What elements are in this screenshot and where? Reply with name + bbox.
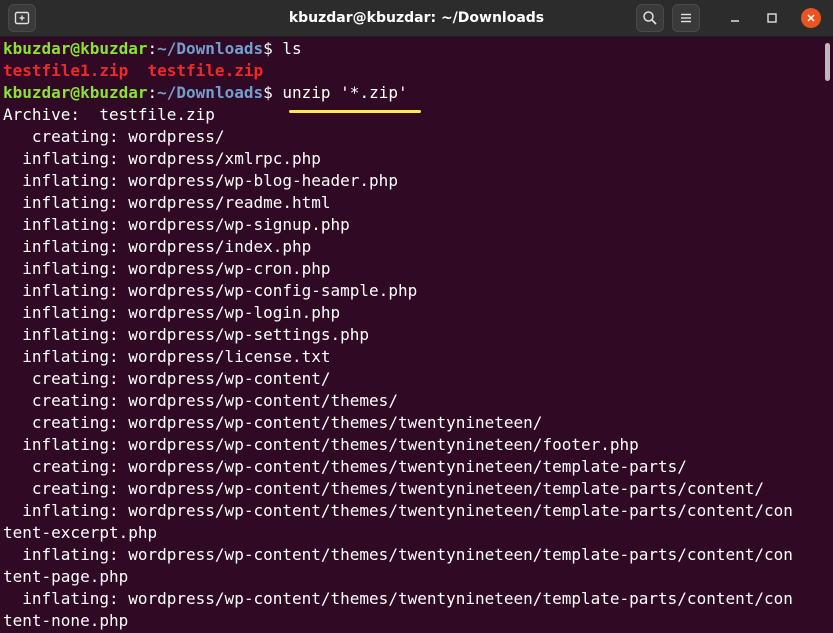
menu-button[interactable] xyxy=(672,4,700,32)
output-line: inflating: wordpress/wp-content/themes/t… xyxy=(3,435,639,454)
output-line: creating: wordpress/wp-content/themes/ xyxy=(3,391,398,410)
output-line: inflating: wordpress/wp-config-sample.ph… xyxy=(3,281,418,300)
prompt-path: ~/Downloads xyxy=(157,39,264,58)
output-line: inflating: wordpress/wp-cron.php xyxy=(3,259,331,278)
prompt-separator: : xyxy=(147,39,158,58)
output-line: inflating: wordpress/wp-content/themes/t… xyxy=(3,501,793,520)
output-line: inflating: wordpress/xmlrpc.php xyxy=(3,149,321,168)
zip-file-name: testfile.zip xyxy=(147,61,264,80)
output-line: creating: wordpress/ xyxy=(3,127,225,146)
search-button[interactable] xyxy=(636,4,664,32)
command-highlight-underline xyxy=(289,110,421,113)
terminal-scrollbar[interactable] xyxy=(822,37,833,633)
prompt-separator: : xyxy=(147,83,158,102)
close-button[interactable] xyxy=(801,8,821,28)
command-text: unzip '*.zip' xyxy=(282,83,408,102)
minimize-icon xyxy=(731,20,739,22)
close-icon xyxy=(807,14,815,22)
prompt-line: kbuzdar@kbuzdar:~/Downloads$ unzip '*.zi… xyxy=(3,82,408,104)
prompt-user-host: kbuzdar@kbuzdar xyxy=(3,39,148,58)
prompt-user-host: kbuzdar@kbuzdar xyxy=(3,83,148,102)
output-line: creating: wordpress/wp-content/themes/tw… xyxy=(3,413,543,432)
output-line: inflating: wordpress/license.txt xyxy=(3,347,331,366)
output-line: tent-excerpt.php xyxy=(3,523,158,542)
ls-output-line: testfile1.zip testfile.zip xyxy=(3,60,263,82)
output-line: creating: wordpress/wp-content/themes/tw… xyxy=(3,479,764,498)
maximize-icon xyxy=(767,13,777,23)
scrollbar-thumb[interactable] xyxy=(825,43,830,81)
command-text: ls xyxy=(282,39,302,58)
title-bar: kbuzdar@kbuzdar: ~/Downloads xyxy=(0,0,833,37)
output-line: inflating: wordpress/wp-blog-header.php xyxy=(3,171,398,190)
output-line: creating: wordpress/wp-content/themes/tw… xyxy=(3,457,687,476)
search-icon xyxy=(643,11,657,25)
output-line: inflating: wordpress/readme.html xyxy=(3,193,331,212)
output-line: tent-none.php xyxy=(3,611,129,630)
output-line: inflating: wordpress/wp-login.php xyxy=(3,303,341,322)
output-line: inflating: wordpress/wp-signup.php xyxy=(3,215,350,234)
minimize-button[interactable] xyxy=(726,9,744,27)
prompt-symbol: $ xyxy=(263,39,283,58)
prompt-symbol: $ xyxy=(263,83,283,102)
window-title: kbuzdar@kbuzdar: ~/Downloads xyxy=(288,10,545,26)
output-line: inflating: wordpress/wp-content/themes/t… xyxy=(3,589,793,608)
prompt-path: ~/Downloads xyxy=(157,83,264,102)
output-line: creating: wordpress/wp-content/ xyxy=(3,369,331,388)
prompt-line: kbuzdar@kbuzdar:~/Downloads$ ls xyxy=(3,38,302,60)
zip-file-name: testfile1.zip xyxy=(3,61,129,80)
output-line: inflating: wordpress/wp-content/themes/t… xyxy=(3,545,793,564)
output-line: tent-page.php xyxy=(3,567,129,586)
output-line: inflating: wordpress/wp-settings.php xyxy=(3,325,370,344)
terminal-output[interactable]: kbuzdar@kbuzdar:~/Downloads$ ls testfile… xyxy=(0,37,822,633)
output-line: inflating: wordpress/index.php xyxy=(3,237,312,256)
maximize-button[interactable] xyxy=(763,9,781,27)
hamburger-menu-icon xyxy=(681,13,691,23)
output-line: Archive: testfile.zip xyxy=(3,105,215,124)
